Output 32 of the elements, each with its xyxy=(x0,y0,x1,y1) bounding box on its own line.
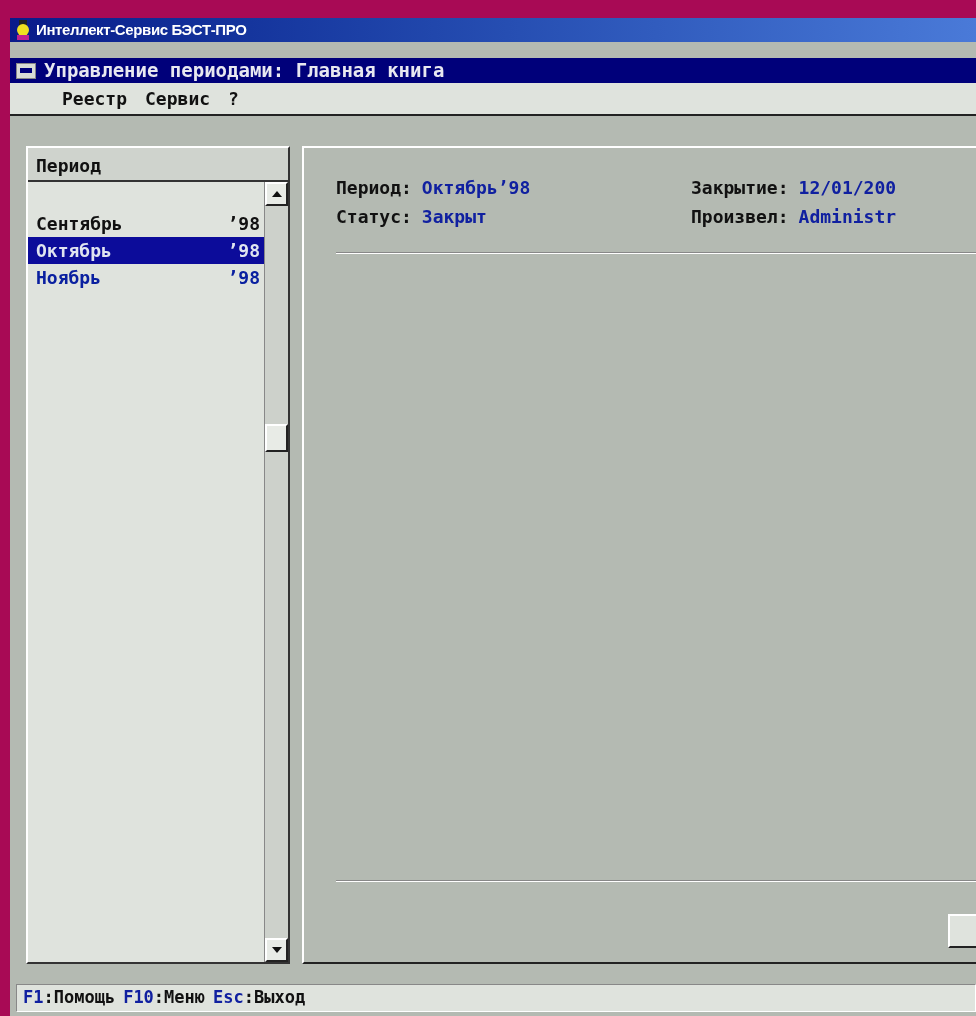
column-header: Период xyxy=(28,148,288,182)
period-row[interactable]: Октябрь ’98 xyxy=(28,237,264,264)
button[interactable] xyxy=(948,914,976,948)
field-value: Administr xyxy=(798,205,897,229)
window-title: Управление периодами: Главная книга xyxy=(44,58,445,84)
shortcut-key: F1 xyxy=(23,985,44,1011)
shortcut-label: :Меню xyxy=(153,986,206,1010)
field-value: 12/01/200 xyxy=(798,176,897,200)
up-arrow-icon xyxy=(271,191,282,197)
field-label: Произвел: xyxy=(691,205,789,229)
field-label: Статус: xyxy=(336,205,412,229)
field-label: Период: xyxy=(336,176,412,200)
scroll-down-button[interactable] xyxy=(265,938,288,962)
field-label: Закрытие: xyxy=(691,176,789,200)
shortcut-label: :Выход xyxy=(243,986,306,1010)
menu-item[interactable]: Сервис xyxy=(145,85,211,112)
down-arrow-icon xyxy=(271,947,282,953)
menu-item[interactable]: ? xyxy=(228,85,239,112)
scrollbar[interactable] xyxy=(264,182,288,962)
shortcut-label: :Помощь xyxy=(43,986,116,1010)
period-row[interactable]: Сентябрь ’98 xyxy=(28,210,264,237)
scroll-thumb[interactable] xyxy=(265,424,288,452)
scroll-up-button[interactable] xyxy=(265,182,288,206)
menu-item[interactable]: Реестр xyxy=(62,85,128,112)
period-row[interactable]: Ноябрь ’98 xyxy=(28,264,264,291)
system-menu-button[interactable] xyxy=(16,62,36,79)
field-value: Октябрь’98 xyxy=(421,176,531,200)
app-title: Интеллект-Сервис БЭСТ-ПРО xyxy=(36,19,247,40)
field-value: Закрыт xyxy=(421,205,487,229)
shortcut-key: F10 xyxy=(123,985,154,1011)
mascot-icon xyxy=(14,20,32,40)
shortcut-key: Esc xyxy=(213,985,244,1011)
